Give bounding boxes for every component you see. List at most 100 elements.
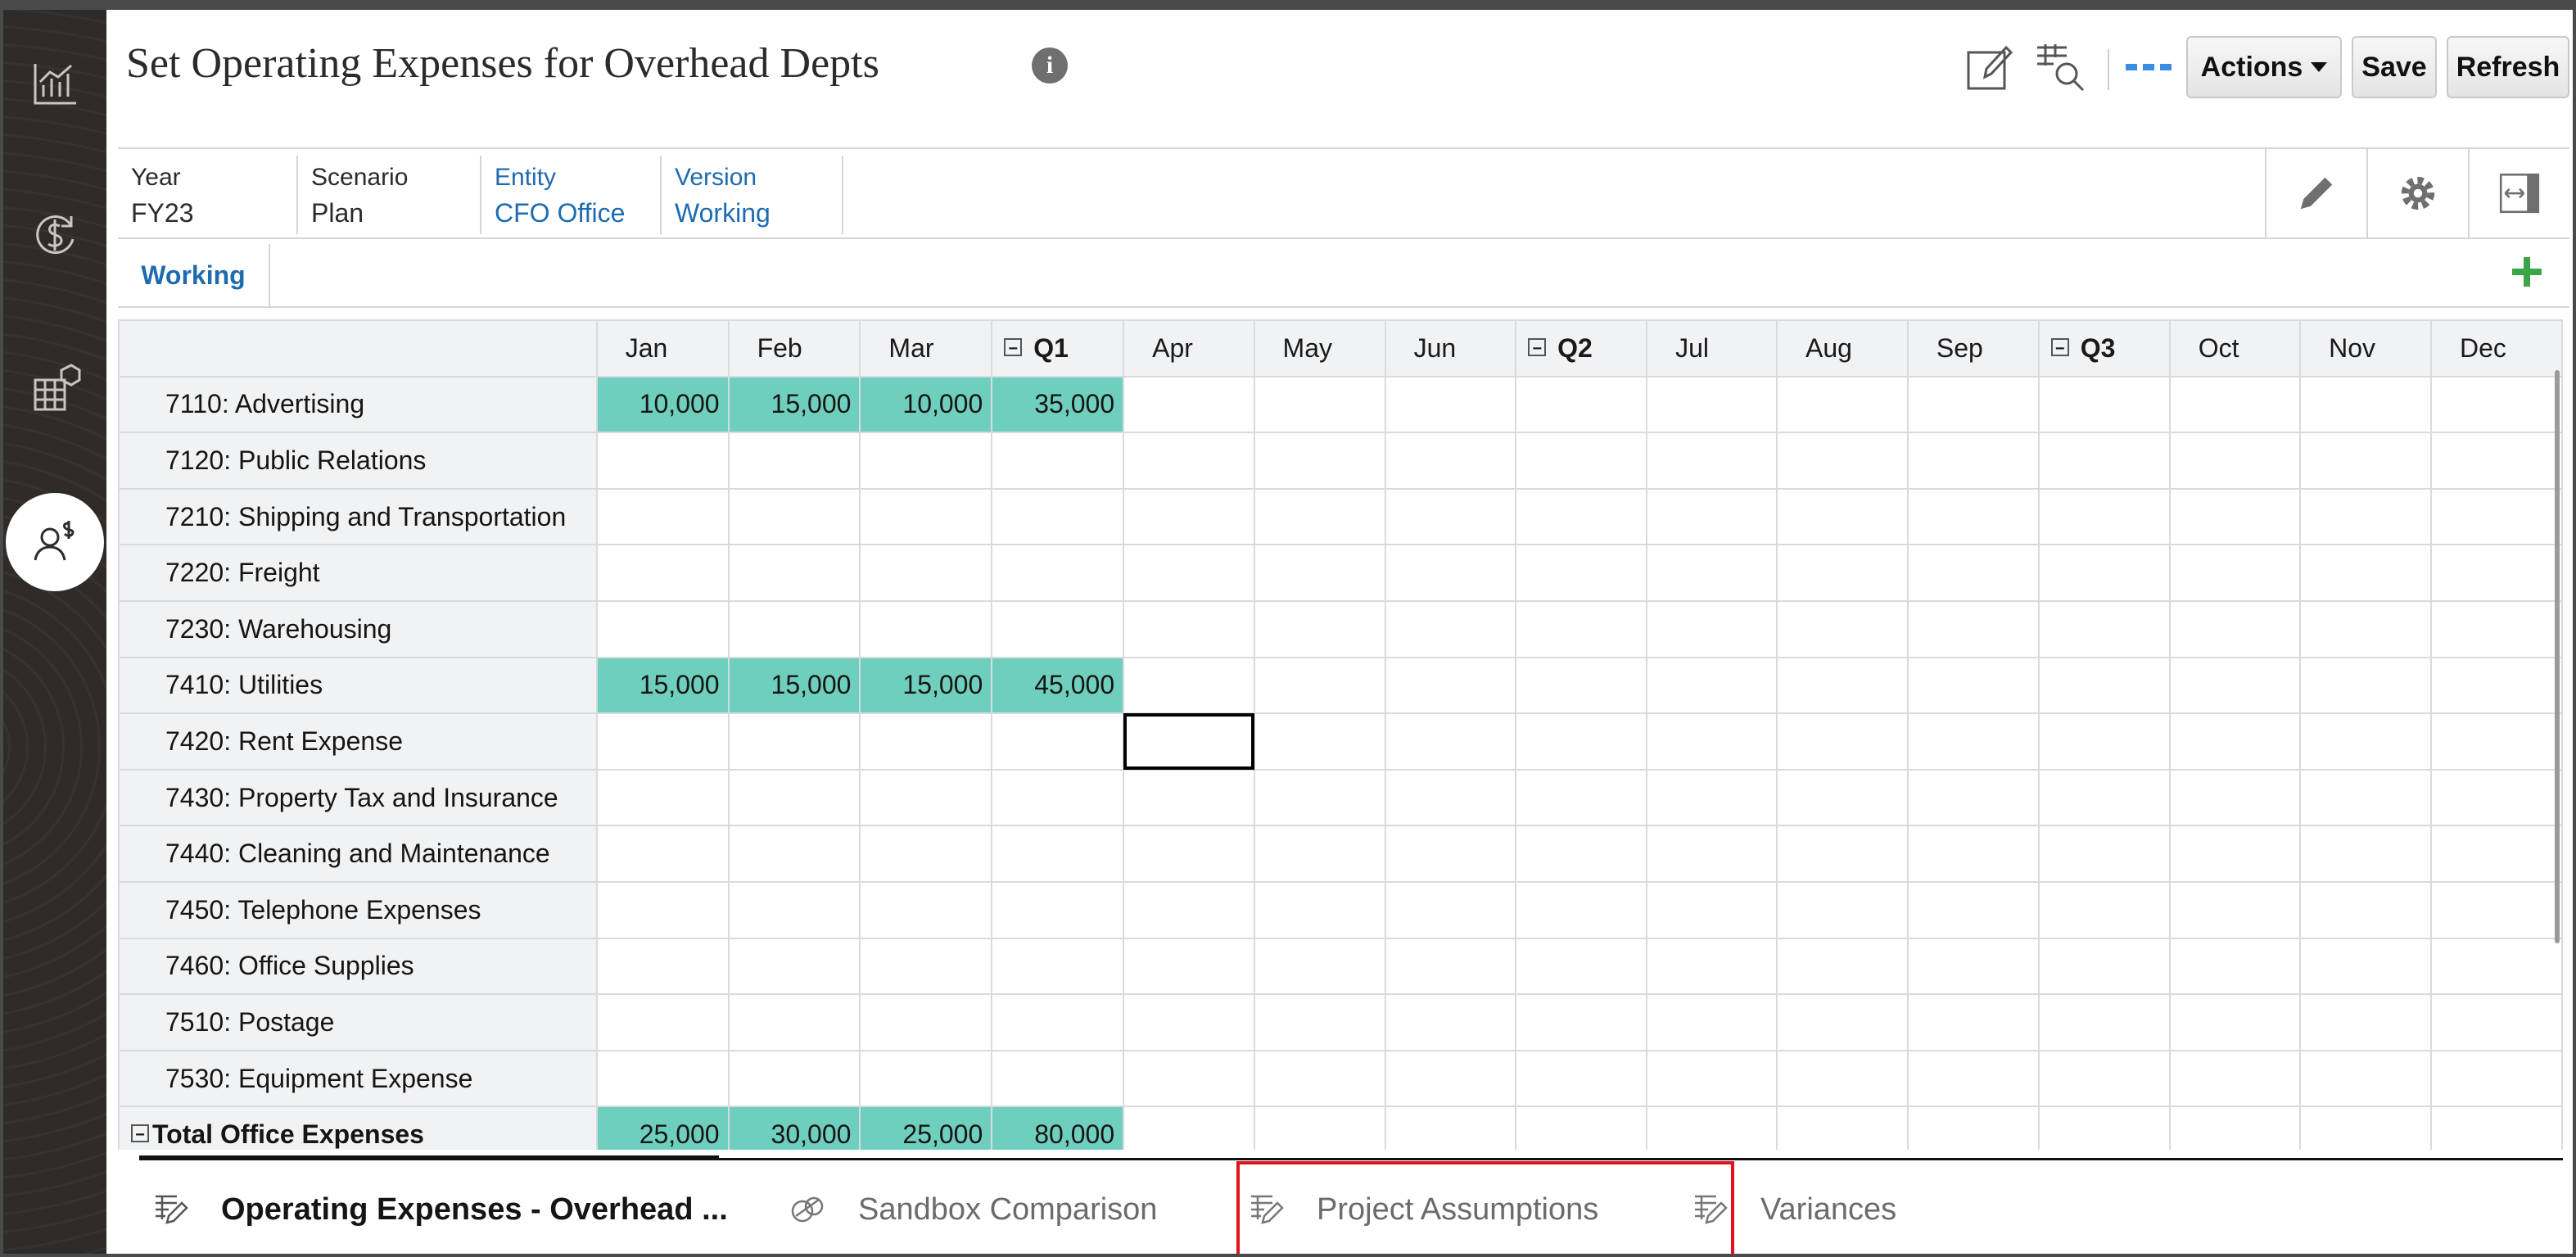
grid-cell[interactable] [1776,432,1909,490]
grid-cell[interactable] [2299,825,2432,883]
grid-cell[interactable] [1253,880,1386,939]
grid-cell[interactable] [1253,544,1386,602]
grid-cell[interactable] [1906,599,2040,658]
grid-cell[interactable] [2299,432,2432,490]
grid-cell[interactable] [1123,1049,1255,1108]
grid-cell[interactable] [2430,1049,2563,1108]
grid-cell[interactable] [859,712,993,771]
grid-cell[interactable] [2430,712,2563,771]
grid-cell[interactable] [1123,487,1255,546]
grid-cell[interactable] [1123,880,1255,939]
grid-cell[interactable] [1253,1049,1386,1108]
grid-cell[interactable] [1906,880,2040,939]
grid-cell[interactable] [1776,712,1909,771]
grid-cell[interactable] [2037,375,2171,434]
grid-cell[interactable] [2430,880,2563,939]
grid-cell[interactable] [1515,1106,1648,1150]
grid-cell[interactable] [727,993,861,1051]
grid-cell[interactable] [1906,544,2040,602]
grid-cell[interactable] [2168,656,2302,715]
grid-cell[interactable] [595,712,730,771]
grid-cell[interactable] [1253,432,1386,490]
row-header[interactable]: 7460: Office Supplies [118,937,598,996]
inspect-grid-icon[interactable] [2034,41,2086,93]
tab-sandbox-comparison[interactable]: Sandbox Comparison [789,1185,1157,1234]
grid-cell[interactable] [1123,712,1255,771]
grid-cell[interactable] [1515,825,1648,883]
grid-cell[interactable] [991,599,1125,658]
refresh-button[interactable]: Refresh [2447,36,2569,98]
column-header[interactable]: Mar [859,319,993,378]
grid-cell[interactable] [991,880,1125,939]
grid-cell[interactable] [991,712,1125,771]
grid-cell[interactable] [1123,993,1255,1051]
add-plus-icon[interactable] [2509,254,2545,290]
grid-cell[interactable] [1253,993,1386,1051]
grid-cell[interactable] [991,487,1125,546]
grid-cell[interactable] [1515,599,1648,658]
grid-cell[interactable] [1515,544,1648,602]
column-header[interactable]: Feb [727,319,861,378]
grid-cell[interactable] [1515,656,1648,715]
grid-cell[interactable] [859,1049,993,1108]
grid-cell[interactable] [1123,544,1255,602]
grid-cell[interactable] [2299,937,2432,996]
grid-cell[interactable] [595,937,730,996]
grid-cell[interactable] [2168,1106,2302,1150]
grid-cell[interactable]: 10,000 [595,375,730,434]
grid-cell[interactable] [1515,937,1648,996]
grid-cell[interactable] [991,1049,1125,1108]
grid-cell[interactable] [1776,599,1909,658]
settings-button[interactable] [2366,149,2468,237]
tab-operating-expenses[interactable]: Operating Expenses - Overhead ... [152,1185,728,1234]
grid-cell[interactable] [1384,825,1517,883]
grid-cell[interactable] [991,768,1125,827]
grid-cell[interactable] [1776,937,1909,996]
grid-cell[interactable]: 25,000 [859,1106,993,1150]
grid-cell[interactable] [2299,712,2432,771]
grid-cell[interactable] [859,768,993,827]
grid-cell[interactable] [2037,544,2171,602]
grid-cell[interactable] [1906,375,2040,434]
grid-cell[interactable] [1253,375,1386,434]
grid-cell[interactable] [595,599,730,658]
grid-cell[interactable] [2037,1106,2171,1150]
pov-version-value[interactable]: Working [675,198,842,228]
grid-cell[interactable] [2168,937,2302,996]
grid-cell[interactable] [2037,993,2171,1051]
column-header[interactable]: May [1253,319,1386,378]
grid-cell[interactable] [727,712,861,771]
grid-cell[interactable] [2037,937,2171,996]
grid-cell[interactable] [1515,432,1648,490]
grid-cell[interactable] [1515,1049,1648,1108]
grid-cell[interactable] [991,993,1125,1051]
grid-cell[interactable] [1384,432,1517,490]
grid-cell[interactable]: 45,000 [991,656,1125,715]
grid-cell[interactable] [2037,712,2171,771]
grid-cell[interactable] [859,880,993,939]
grid-cell[interactable] [1646,825,1778,883]
grid-cell[interactable] [1515,712,1648,771]
grid-cell[interactable] [1123,825,1255,883]
grid-cell[interactable] [1646,487,1778,546]
grid-cell[interactable] [1906,656,2040,715]
grid-cell[interactable] [1384,712,1517,771]
column-header[interactable]: Dec [2430,319,2563,378]
nav-financials-button[interactable] [3,185,106,283]
grid-cell[interactable]: 80,000 [991,1106,1125,1150]
grid-cell[interactable] [2430,656,2563,715]
grid-cell[interactable] [1776,544,1909,602]
column-header[interactable]: Oct [2168,319,2302,378]
grid-cell[interactable] [1906,1049,2040,1108]
grid-cell[interactable] [1253,1106,1386,1150]
grid-cell[interactable] [859,487,993,546]
nav-workforce-planning-button[interactable] [3,341,106,439]
grid-cell[interactable] [1646,432,1778,490]
grid-cell[interactable] [595,1049,730,1108]
grid-cell[interactable] [727,937,861,996]
grid-cell[interactable] [2037,432,2171,490]
grid-cell[interactable] [595,825,730,883]
grid-cell[interactable] [1646,1106,1778,1150]
vertical-scrollbar[interactable] [2555,370,2560,943]
grid-cell[interactable] [2430,1106,2563,1150]
